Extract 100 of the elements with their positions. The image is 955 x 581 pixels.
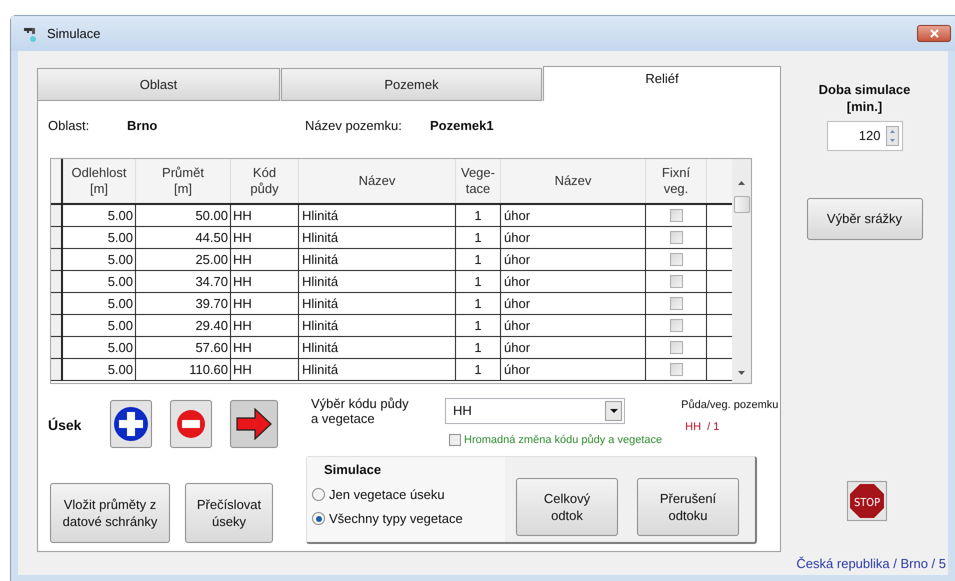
table-cell: úhor bbox=[501, 227, 646, 248]
plot-code-label: Půda/veg. pozemku bbox=[681, 398, 778, 413]
tab[interactable]: Pozemek bbox=[281, 68, 542, 101]
row-header[interactable] bbox=[51, 249, 63, 270]
table-cell: 1 bbox=[456, 205, 501, 226]
table-cell: 5.00 bbox=[63, 249, 136, 270]
table-cell: HH bbox=[231, 359, 299, 380]
fixed-veg-checkbox[interactable] bbox=[670, 363, 682, 376]
row-header[interactable] bbox=[51, 227, 63, 248]
fixed-veg-checkbox[interactable] bbox=[670, 297, 682, 310]
table-cell: úhor bbox=[501, 293, 646, 314]
fixed-veg-checkbox[interactable] bbox=[670, 231, 682, 244]
table-cell: 5.00 bbox=[63, 227, 136, 248]
table-cell: úhor bbox=[501, 337, 646, 358]
bulk-change-checkbox[interactable] bbox=[449, 434, 461, 446]
rain-select-button[interactable]: Výběr srážky bbox=[806, 198, 922, 240]
table-cell: 1 bbox=[456, 359, 501, 380]
table-cell: Hlinitá bbox=[299, 337, 456, 358]
duration-label: Doba simulace [min.] bbox=[818, 81, 910, 115]
tab[interactable]: Reliéf bbox=[543, 66, 781, 101]
radio-button[interactable] bbox=[312, 512, 325, 526]
plot-value: Pozemek1 bbox=[430, 117, 494, 136]
duration-spinner[interactable]: 120 bbox=[826, 121, 902, 151]
fixed-veg-checkbox[interactable] bbox=[670, 319, 682, 332]
soil-select-label: Výběr kódu půdy a vegetace bbox=[311, 396, 410, 426]
segment-label: Úsek bbox=[48, 416, 82, 434]
table-cell: 34.70 bbox=[136, 271, 231, 292]
spinner-arrows-icon bbox=[886, 126, 898, 146]
column-header: Odlehlost [m] bbox=[63, 159, 136, 203]
minus-icon bbox=[176, 409, 206, 439]
table-cell: úhor bbox=[501, 359, 646, 380]
fixed-veg-checkbox[interactable] bbox=[670, 253, 682, 266]
bulk-change-label: Hromadná změna kódu půdy a vegetace bbox=[464, 433, 662, 448]
plot-label: Název pozemku: bbox=[305, 117, 403, 136]
row-header[interactable] bbox=[51, 271, 63, 292]
table-cell: 25.00 bbox=[136, 249, 231, 270]
column-header: Fixní veg. bbox=[646, 159, 707, 203]
table-cell: Hlinitá bbox=[299, 249, 456, 270]
table-cell: 5.00 bbox=[63, 271, 136, 292]
table-cell: HH bbox=[231, 293, 299, 314]
add-segment-button[interactable] bbox=[110, 400, 152, 448]
table-cell: úhor bbox=[501, 249, 646, 270]
table-cell: 29.40 bbox=[136, 315, 231, 336]
radio-button[interactable] bbox=[312, 488, 325, 501]
table-cell: Hlinitá bbox=[299, 271, 456, 292]
simulation-button[interactable]: Přerušení odtoku bbox=[637, 478, 739, 536]
fixed-veg-checkbox[interactable] bbox=[670, 209, 682, 222]
scrollbar-thumb[interactable] bbox=[734, 196, 750, 212]
area-value: Brno bbox=[127, 117, 158, 136]
status-text: Česká republika / Brno / 5 bbox=[796, 554, 946, 573]
table-cell: 1 bbox=[456, 249, 501, 270]
table-cell: HH bbox=[231, 337, 299, 358]
down-arrow-icon bbox=[738, 371, 745, 375]
plus-icon bbox=[113, 406, 149, 442]
soil-dropdown[interactable]: HH bbox=[445, 398, 625, 424]
stop-button[interactable]: STOP bbox=[846, 480, 886, 520]
row-header[interactable] bbox=[51, 337, 63, 358]
table-cell: HH bbox=[231, 271, 299, 292]
tab[interactable]: Oblast bbox=[37, 68, 280, 101]
table-cell: 1 bbox=[456, 227, 501, 248]
table-cell: 57.60 bbox=[136, 337, 231, 358]
scrollbar[interactable] bbox=[732, 159, 751, 383]
table-cell: 5.00 bbox=[63, 337, 136, 358]
radio-label: Všechny typy vegetace bbox=[329, 510, 463, 528]
table-cell: Hlinitá bbox=[299, 315, 456, 336]
close-icon bbox=[930, 29, 938, 38]
table-cell: Hlinitá bbox=[299, 227, 456, 248]
simulation-title: Simulace bbox=[324, 461, 382, 479]
table-cell: 1 bbox=[456, 315, 501, 336]
table-cell: úhor bbox=[501, 205, 646, 226]
table-cell: 5.00 bbox=[63, 293, 136, 314]
column-header: Kód půdy bbox=[231, 159, 299, 203]
window-title: Simulace bbox=[47, 24, 100, 43]
table-cell: 1 bbox=[456, 337, 501, 358]
row-header[interactable] bbox=[51, 205, 63, 226]
table-cell: 110.60 bbox=[136, 359, 231, 380]
row-header[interactable] bbox=[51, 293, 63, 314]
simulation-button[interactable]: Celkový odtok bbox=[516, 478, 618, 536]
fixed-veg-checkbox[interactable] bbox=[670, 275, 682, 288]
up-arrow-icon bbox=[738, 181, 745, 185]
table-cell: úhor bbox=[501, 271, 646, 292]
close-button[interactable] bbox=[917, 25, 951, 42]
table-cell: HH bbox=[231, 249, 299, 270]
row-header[interactable] bbox=[51, 315, 63, 336]
row-header[interactable] bbox=[51, 359, 63, 380]
right-arrow-icon bbox=[236, 408, 272, 440]
table-cell: HH bbox=[231, 205, 299, 226]
column-header: Název bbox=[299, 159, 456, 203]
column-header: Vege- tace bbox=[456, 159, 501, 203]
paste-diameters-button[interactable]: Vložit průměty z datové schránky bbox=[50, 483, 170, 543]
column-header: Průmět [m] bbox=[136, 159, 231, 203]
move-segment-button[interactable] bbox=[230, 400, 278, 448]
fixed-veg-checkbox[interactable] bbox=[670, 341, 682, 354]
table-cell: Hlinitá bbox=[299, 293, 456, 314]
table-cell: úhor bbox=[501, 315, 646, 336]
column-header: Název bbox=[501, 159, 646, 203]
remove-segment-button[interactable] bbox=[170, 400, 212, 448]
table-cell: 50.00 bbox=[136, 205, 231, 226]
renumber-button[interactable]: Přečíslovat úseky bbox=[185, 483, 273, 543]
table-cell: HH bbox=[231, 227, 299, 248]
